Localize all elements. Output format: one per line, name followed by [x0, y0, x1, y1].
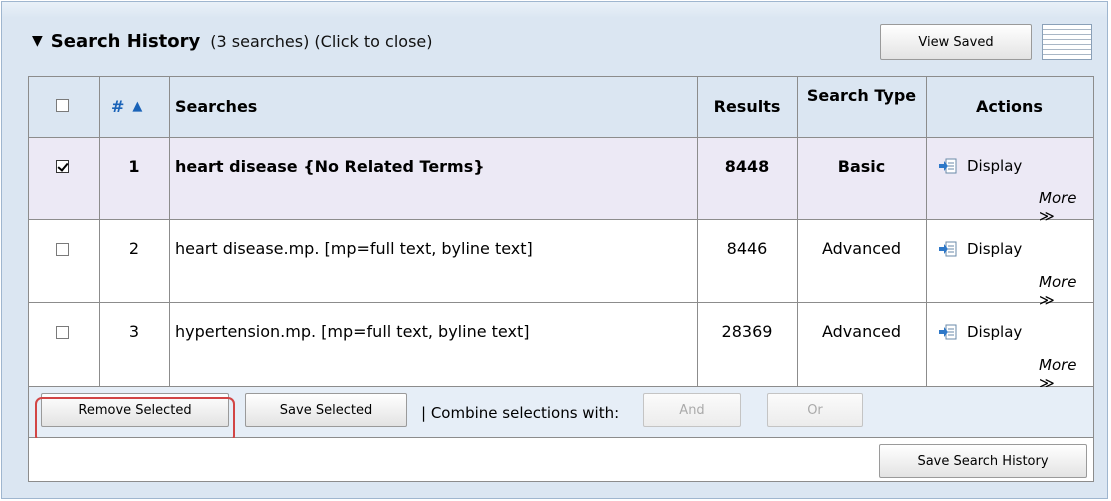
combine-and-button[interactable]: And: [643, 393, 741, 427]
search-query: hypertension.mp. [mp=full text, byline t…: [175, 322, 530, 341]
display-link[interactable]: Display: [939, 323, 1022, 341]
display-label: Display: [967, 323, 1023, 341]
search-type: Advanced: [821, 322, 902, 341]
list-view-icon[interactable]: [1042, 24, 1092, 60]
num-sort-header[interactable]: # ▲: [111, 97, 142, 116]
search-type: Advanced: [821, 239, 902, 258]
row-checkbox-2[interactable]: [56, 243, 69, 256]
search-history-table: # ▲ Searches Results Search Type Actions…: [28, 76, 1094, 482]
row-number: 1: [128, 157, 140, 176]
search-history-panel: ▼ Search History (3 searches) (Click to …: [1, 1, 1108, 499]
column-divider: [169, 77, 170, 387]
result-count: 8446: [726, 239, 768, 258]
highlight-callout: [35, 397, 235, 443]
search-type: Basic: [837, 157, 886, 176]
combine-or-button[interactable]: Or: [767, 393, 863, 427]
row-checkbox-3[interactable]: [56, 326, 69, 339]
num-column-label: #: [111, 97, 125, 116]
search-history-title: Search History: [50, 30, 201, 52]
view-saved-button[interactable]: View Saved: [880, 24, 1032, 60]
display-link[interactable]: Display: [939, 157, 1022, 175]
table-row: [29, 138, 1093, 220]
panel-top-strip: [2, 2, 1107, 18]
combine-selections-label: | Combine selections with:: [421, 404, 620, 422]
save-search-history-button[interactable]: Save Search History: [879, 444, 1087, 478]
sort-ascending-icon[interactable]: ▲: [132, 99, 142, 114]
row-checkbox-1[interactable]: [56, 160, 69, 173]
row-number: 3: [128, 322, 140, 341]
display-label: Display: [967, 240, 1023, 258]
searches-column-header: Searches: [175, 97, 258, 116]
more-link[interactable]: More ≫: [1039, 189, 1093, 225]
actions-column-header: Actions: [976, 97, 1043, 116]
display-results-icon: [939, 324, 957, 340]
more-link[interactable]: More ≫: [1039, 273, 1093, 309]
search-type-column-header: Search Type: [806, 86, 917, 105]
display-link[interactable]: Display: [939, 240, 1022, 258]
table-row: [29, 303, 1093, 387]
display-label: Display: [967, 157, 1023, 175]
display-results-icon: [939, 158, 957, 174]
column-divider: [926, 77, 927, 387]
result-count: 28369: [721, 322, 773, 341]
search-query: heart disease.mp. [mp=full text, byline …: [175, 239, 533, 258]
collapse-triangle-icon[interactable]: ▼: [32, 33, 43, 49]
save-selected-button[interactable]: Save Selected: [245, 393, 407, 427]
search-query: heart disease {No Related Terms}: [175, 157, 485, 176]
search-history-subtitle[interactable]: (3 searches) (Click to close): [210, 32, 432, 51]
results-column-header: Results: [713, 97, 781, 116]
table-row: [29, 220, 1093, 303]
search-history-header[interactable]: ▼ Search History (3 searches) (Click to …: [32, 26, 432, 56]
result-count: 8448: [724, 157, 770, 176]
display-results-icon: [939, 241, 957, 257]
select-all-checkbox[interactable]: [56, 99, 69, 112]
row-number: 2: [128, 239, 140, 258]
